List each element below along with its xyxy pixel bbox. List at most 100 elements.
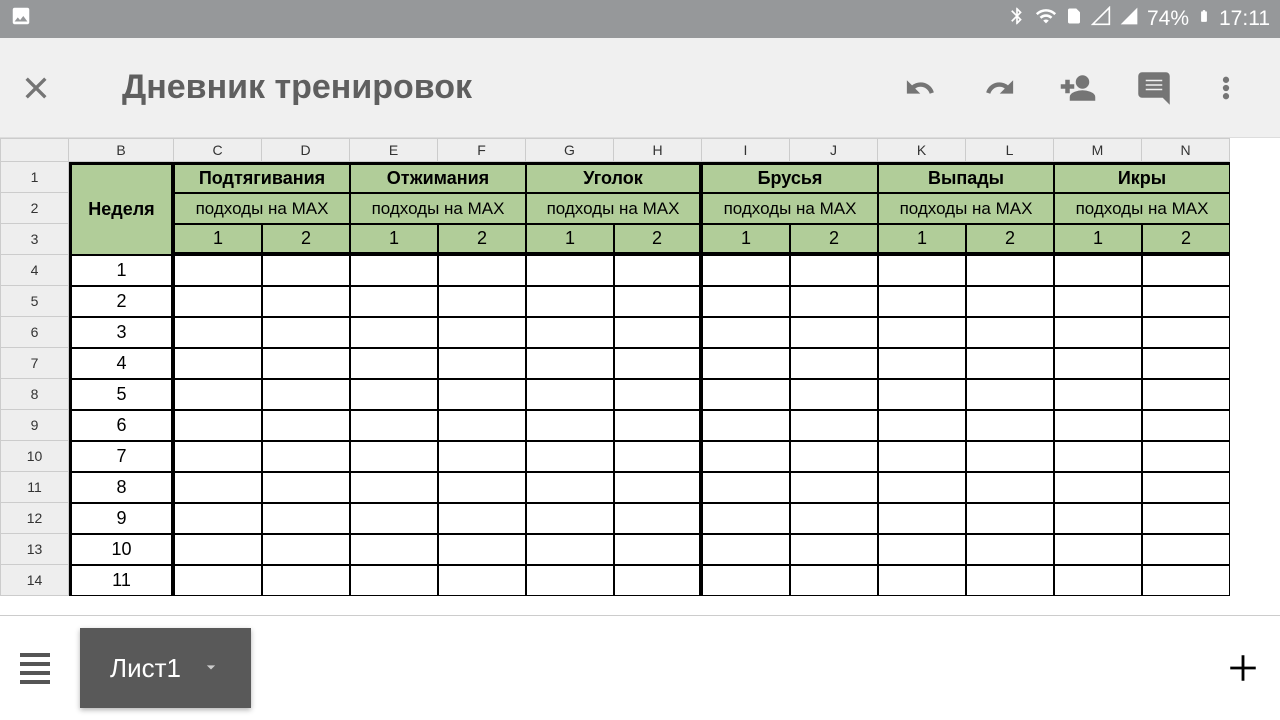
- cell[interactable]: [350, 441, 438, 472]
- cell[interactable]: [262, 503, 350, 534]
- row-head-9[interactable]: 9: [0, 410, 69, 441]
- cell[interactable]: [966, 534, 1054, 565]
- cell[interactable]: [790, 441, 878, 472]
- cell[interactable]: [1054, 534, 1142, 565]
- cell[interactable]: [438, 348, 526, 379]
- cell[interactable]: 2: [790, 224, 878, 255]
- cell[interactable]: 1: [174, 224, 262, 255]
- cell[interactable]: подходы на MAX: [526, 193, 702, 224]
- cell[interactable]: подходы на MAX: [1054, 193, 1230, 224]
- cell-week-10[interactable]: 10: [69, 534, 174, 565]
- cell[interactable]: [1142, 472, 1230, 503]
- cell[interactable]: [1142, 255, 1230, 286]
- cell[interactable]: [790, 286, 878, 317]
- cell[interactable]: [790, 410, 878, 441]
- cell[interactable]: [438, 472, 526, 503]
- add-sheet-icon[interactable]: [1226, 651, 1260, 685]
- cell[interactable]: подходы на MAX: [878, 193, 1054, 224]
- cell[interactable]: [878, 565, 966, 596]
- col-head-G[interactable]: G: [526, 138, 614, 162]
- cell[interactable]: [350, 472, 438, 503]
- cell[interactable]: [1142, 565, 1230, 596]
- cell[interactable]: 1: [1054, 224, 1142, 255]
- close-icon[interactable]: [20, 72, 52, 104]
- cell[interactable]: [966, 317, 1054, 348]
- cell[interactable]: подходы на MAX: [174, 193, 350, 224]
- all-sheets-icon[interactable]: [20, 653, 50, 684]
- cell-week-2[interactable]: 2: [69, 286, 174, 317]
- cell[interactable]: [350, 410, 438, 441]
- cell[interactable]: 1: [702, 224, 790, 255]
- cell[interactable]: [614, 503, 702, 534]
- cell-week-9[interactable]: 9: [69, 503, 174, 534]
- col-head-L[interactable]: L: [966, 138, 1054, 162]
- row-head-7[interactable]: 7: [0, 348, 69, 379]
- cell[interactable]: [966, 410, 1054, 441]
- cell[interactable]: [878, 503, 966, 534]
- col-head-I[interactable]: I: [702, 138, 790, 162]
- cell[interactable]: [350, 286, 438, 317]
- cell[interactable]: [262, 286, 350, 317]
- cell[interactable]: [790, 255, 878, 286]
- cell[interactable]: [350, 534, 438, 565]
- row-head-5[interactable]: 5: [0, 286, 69, 317]
- cell[interactable]: [262, 441, 350, 472]
- col-head-D[interactable]: D: [262, 138, 350, 162]
- cell[interactable]: [1054, 441, 1142, 472]
- cell-week-6[interactable]: 6: [69, 410, 174, 441]
- cell[interactable]: [174, 317, 262, 348]
- cell-exercise-0[interactable]: Подтягивания: [174, 162, 350, 193]
- row-head-11[interactable]: 11: [0, 472, 69, 503]
- cell-week-1[interactable]: 1: [69, 255, 174, 286]
- corner-cell[interactable]: [0, 138, 69, 162]
- cell[interactable]: [966, 379, 1054, 410]
- cell[interactable]: [174, 441, 262, 472]
- row-head-1[interactable]: 1: [0, 162, 69, 193]
- cell[interactable]: [966, 441, 1054, 472]
- cell[interactable]: [1054, 317, 1142, 348]
- cell[interactable]: [526, 534, 614, 565]
- cell[interactable]: [614, 255, 702, 286]
- row-head-10[interactable]: 10: [0, 441, 69, 472]
- cell[interactable]: [614, 286, 702, 317]
- cell[interactable]: [1054, 410, 1142, 441]
- col-head-B[interactable]: B: [69, 138, 174, 162]
- cell[interactable]: [614, 565, 702, 596]
- cell[interactable]: [526, 348, 614, 379]
- cell[interactable]: [350, 317, 438, 348]
- cell[interactable]: [1054, 379, 1142, 410]
- cell[interactable]: [966, 472, 1054, 503]
- col-head-F[interactable]: F: [438, 138, 526, 162]
- cell[interactable]: [878, 286, 966, 317]
- cell[interactable]: [878, 379, 966, 410]
- cell[interactable]: [174, 348, 262, 379]
- cell[interactable]: [526, 379, 614, 410]
- cell[interactable]: [702, 379, 790, 410]
- cell[interactable]: [966, 286, 1054, 317]
- cell[interactable]: 2: [262, 224, 350, 255]
- cell-week-5[interactable]: 5: [69, 379, 174, 410]
- cell[interactable]: [438, 534, 526, 565]
- col-head-E[interactable]: E: [350, 138, 438, 162]
- cell-week-7[interactable]: 7: [69, 441, 174, 472]
- cell[interactable]: [614, 348, 702, 379]
- cell[interactable]: [702, 472, 790, 503]
- cell-exercise-3[interactable]: Брусья: [702, 162, 878, 193]
- cell[interactable]: 2: [438, 224, 526, 255]
- row-head-2[interactable]: 2: [0, 193, 69, 224]
- cell[interactable]: [438, 286, 526, 317]
- row-head-13[interactable]: 13: [0, 534, 69, 565]
- cell-exercise-4[interactable]: Выпады: [878, 162, 1054, 193]
- cell[interactable]: [262, 472, 350, 503]
- cell[interactable]: [614, 472, 702, 503]
- cell[interactable]: [174, 503, 262, 534]
- col-head-C[interactable]: C: [174, 138, 262, 162]
- cell[interactable]: [966, 565, 1054, 596]
- cell[interactable]: [1142, 379, 1230, 410]
- cell[interactable]: [878, 472, 966, 503]
- cell[interactable]: [1142, 503, 1230, 534]
- cell[interactable]: [1142, 317, 1230, 348]
- cell[interactable]: [1142, 410, 1230, 441]
- cell[interactable]: [262, 348, 350, 379]
- cell[interactable]: 1: [350, 224, 438, 255]
